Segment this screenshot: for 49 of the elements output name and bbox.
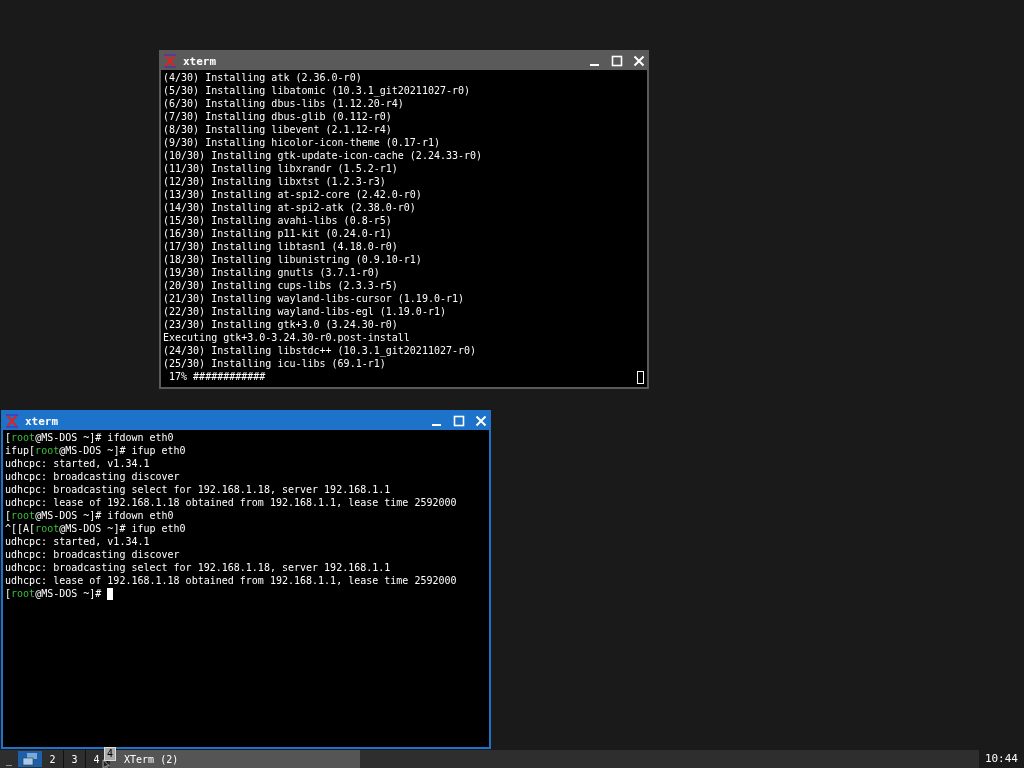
window-title: xterm [183,54,217,68]
maximize-icon[interactable] [611,55,623,67]
windows-icon[interactable] [18,751,43,767]
clock: 10:44 [978,750,1024,768]
close-icon[interactable] [633,55,645,67]
terminal-line: Executing gtk+3.0-3.24.30-r0.post-install [163,331,411,344]
terminal-line: (9/30) Installing hicolor-icon-theme (0.17-r1) [163,136,441,149]
terminal-line: (4/30) Installing atk (2.36.0-r0) [163,71,363,84]
terminal-line: 17% ############ [168,370,267,383]
terminal-line: (8/30) Installing libevent (2.1.12-r4) [163,123,393,136]
terminal-line: (17/30) Installing libtasn1 (4.18.0-r0) [163,240,399,253]
terminal-line: ^[[A[root@MS-DOS ~]# ifup eth0 [5,522,186,535]
x-logo-icon [5,414,19,428]
terminal-line: [root@MS-DOS ~]# [5,587,102,600]
terminal-line: (15/30) Installing avahi-libs (0.8-r5) [163,214,393,227]
terminal-line: (6/30) Installing dbus-libs (1.12.20-r4) [163,97,405,110]
terminal-line: (20/30) Installing cups-libs (2.3.3-r5) [163,279,399,292]
tooltip: 4 [104,747,117,761]
terminal-line: udhcpc: broadcasting discover [5,548,181,561]
close-icon[interactable] [475,415,487,427]
terminal-line: (12/30) Installing libxtst (1.2.3-r3) [163,175,387,188]
terminal-line: (13/30) Installing at-spi2-core (2.42.0-r0) [163,188,423,201]
window-title: xterm [25,414,59,428]
terminal-line: (18/30) Installing libunistring (0.9.10-r1) [163,253,423,266]
terminal-line: udhcpc: broadcasting select for 192.168.1.18, server 192.168.1.1 [5,561,392,574]
terminal-line: udhcpc: broadcasting select for 192.168.1.18, server 192.168.1.1 [5,483,392,496]
terminal-line: (22/30) Installing wayland-libs-egl (1.19.0-r1) [163,305,447,318]
terminal-line: ifup[root@MS-DOS ~]# ifup eth0 [5,444,186,457]
terminal-line: udhcpc: started, v1.34.1 [5,535,151,548]
terminal-line: (7/30) Installing dbus-glib (0.112-r0) [163,110,393,123]
terminal-line: (14/30) Installing at-spi2-atk (2.38.0-r0) [163,201,417,214]
terminal-line: (19/30) Installing gnutls (3.7.1-r0) [163,266,381,279]
terminal-line: [root@MS-DOS ~]# ifdown eth0 [5,509,174,522]
terminal-line: (5/30) Installing libatomic (10.3.1_git20211027-r0) [163,84,472,97]
terminal-line: udhcpc: lease of 192.168.1.18 obtained from 192.168.1.1, lease time 2592000 [5,574,458,587]
terminal-line: (24/30) Installing libstdc++ (10.3.1_git20211027-r0) [163,344,478,357]
x-logo-icon [163,54,177,68]
terminal-line: udhcpc: broadcasting discover [5,470,181,483]
terminal-line: udhcpc: started, v1.34.1 [5,457,151,470]
maximize-icon[interactable] [453,415,465,427]
terminal-line: udhcpc: lease of 192.168.1.18 obtained from 192.168.1.1, lease time 2592000 [5,496,458,509]
terminal-line: [root@MS-DOS ~]# ifdown eth0 [5,431,174,444]
terminal-line: (10/30) Installing gtk-update-icon-cache (2.24.33-r0) [163,149,484,162]
terminal-line: (25/30) Installing icu-libs (69.1-r1) [163,357,387,370]
terminal-line: (21/30) Installing wayland-libs-cursor (1.19.0-r1) [163,292,466,305]
terminal-line: (11/30) Installing libxrandr (1.5.2-r1) [163,162,399,175]
terminal-line: (16/30) Installing p11-kit (0.24.0-r1) [163,227,393,240]
menu-button[interactable]: _ [0,753,19,765]
terminal-line: (23/30) Installing gtk+3.0 (3.24.30-r0) [163,318,399,331]
